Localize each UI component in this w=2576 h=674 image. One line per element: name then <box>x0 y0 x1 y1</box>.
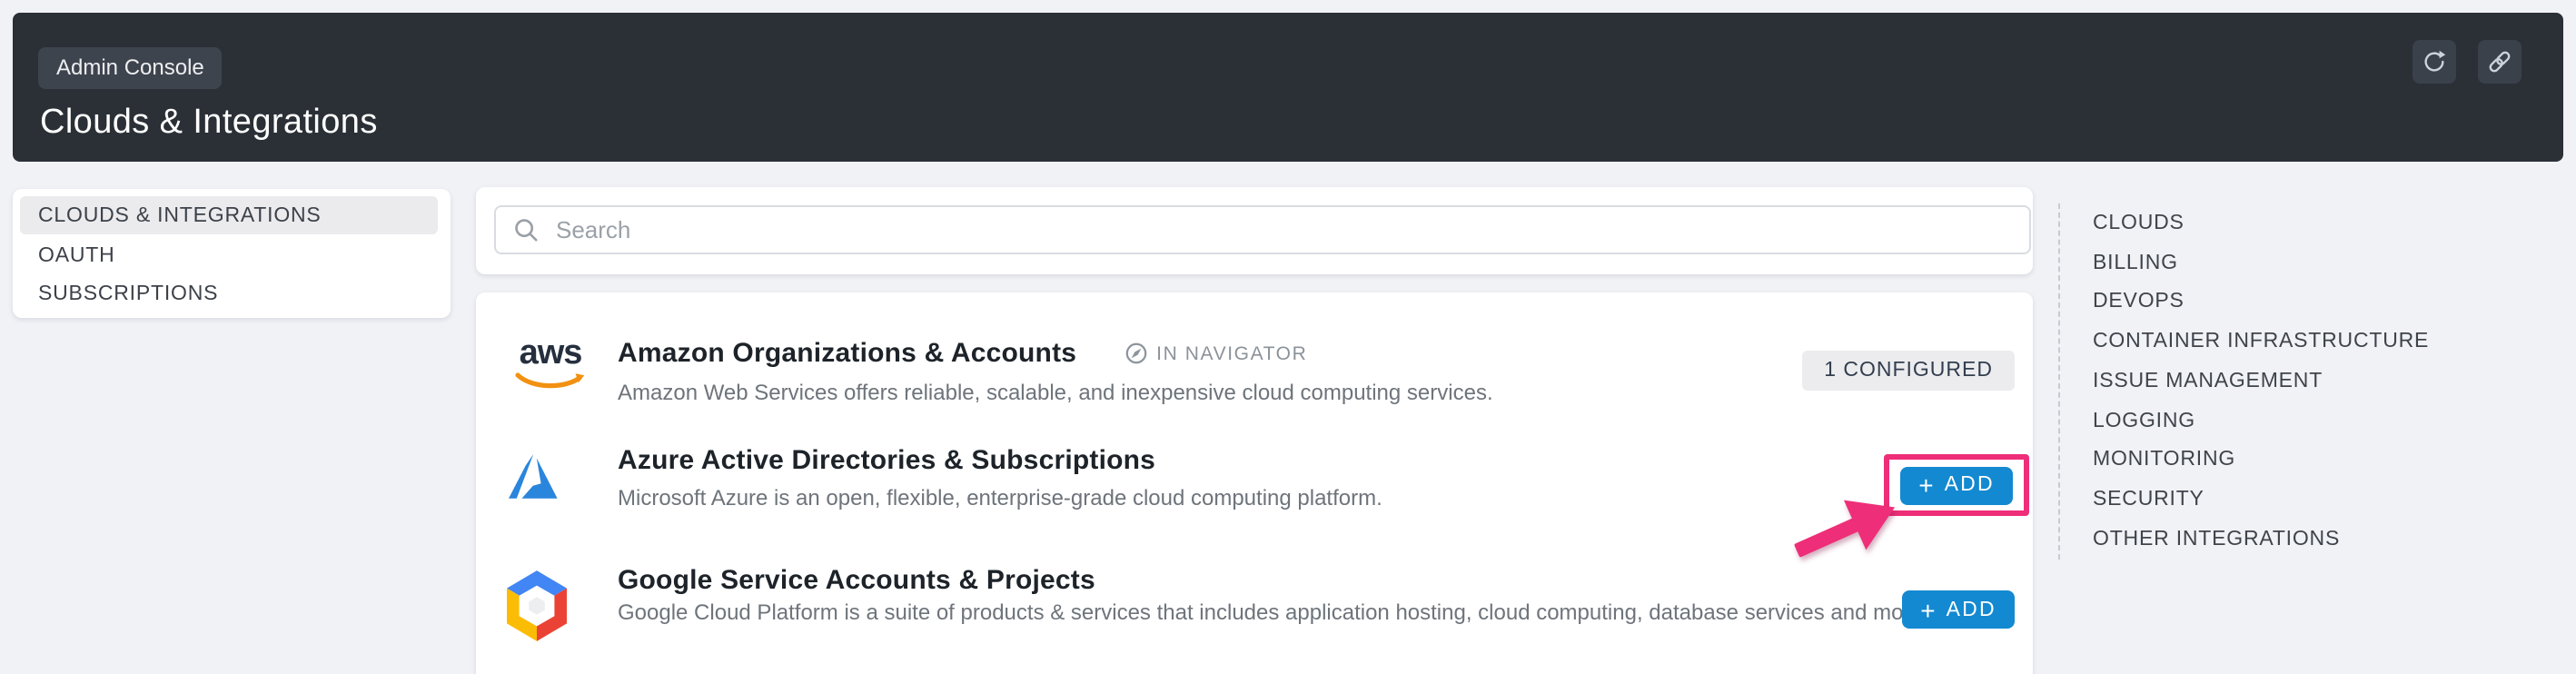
nav-item-subscriptions[interactable]: SUBSCRIPTIONS <box>13 275 451 314</box>
category-container-infrastructure[interactable]: CONTAINER INFRASTRUCTURE <box>2093 331 2429 353</box>
integrations-list: aws Amazon Organizations & Accounts IN N… <box>476 292 2033 674</box>
google-add-button[interactable]: + ADD <box>1902 590 2015 629</box>
nav-item-oauth[interactable]: OAUTH <box>13 236 451 275</box>
in-navigator-label: IN NAVIGATOR <box>1156 342 1307 364</box>
refresh-button[interactable] <box>2413 40 2456 84</box>
in-navigator-badge: IN NAVIGATOR <box>1124 342 1307 365</box>
integration-desc-aws: Amazon Web Services offers reliable, sca… <box>618 378 1493 408</box>
search-card <box>476 187 2033 274</box>
link-button[interactable] <box>2478 40 2522 84</box>
search-box <box>494 205 2031 254</box>
admin-console-badge: Admin Console <box>38 47 223 89</box>
admin-console-page: Admin Console Clouds & Integrations <box>0 0 2576 674</box>
page-title: Clouds & Integrations <box>40 104 378 144</box>
integration-title-azure: Azure Active Directories & Subscriptions <box>618 445 1155 476</box>
integration-desc-azure: Microsoft Azure is an open, flexible, en… <box>618 483 1382 513</box>
aws-logo-text: aws <box>510 340 590 369</box>
left-nav: CLOUDS & INTEGRATIONS OAUTH SUBSCRIPTION… <box>13 189 451 318</box>
compass-icon <box>1124 342 1147 365</box>
header: Admin Console Clouds & Integrations <box>13 13 2563 162</box>
annotation-arrow <box>1798 487 1926 578</box>
nav-item-clouds-integrations[interactable]: CLOUDS & INTEGRATIONS <box>19 196 438 234</box>
google-cloud-logo <box>507 570 567 650</box>
category-clouds[interactable]: CLOUDS <box>2093 213 2429 235</box>
search-input[interactable] <box>552 205 2029 254</box>
integration-title-aws: Amazon Organizations & Accounts <box>618 338 1076 369</box>
vertical-dashed-divider <box>2058 203 2060 560</box>
refresh-icon <box>2420 47 2449 76</box>
configured-badge: 1 CONFIGURED <box>1802 351 2015 391</box>
integration-title-google: Google Service Accounts & Projects <box>618 565 1095 596</box>
category-issue-management[interactable]: ISSUE MANAGEMENT <box>2093 371 2429 393</box>
category-logging[interactable]: LOGGING <box>2093 410 2429 432</box>
integration-desc-google: Google Cloud Platform is a suite of prod… <box>618 598 2002 628</box>
category-list: CLOUDS BILLING DEVOPS CONTAINER INFRASTR… <box>2093 213 2429 568</box>
category-other-integrations[interactable]: OTHER INTEGRATIONS <box>2093 528 2429 550</box>
search-icon <box>512 216 540 243</box>
category-devops[interactable]: DEVOPS <box>2093 292 2429 314</box>
aws-smile-swoosh <box>514 372 587 392</box>
link-icon <box>2485 47 2514 76</box>
plus-icon: + <box>1920 597 1935 622</box>
azure-logo <box>509 452 560 510</box>
aws-logo: aws <box>510 340 590 401</box>
category-monitoring[interactable]: MONITORING <box>2093 449 2429 471</box>
category-billing[interactable]: BILLING <box>2093 252 2429 274</box>
category-security[interactable]: SECURITY <box>2093 489 2429 511</box>
